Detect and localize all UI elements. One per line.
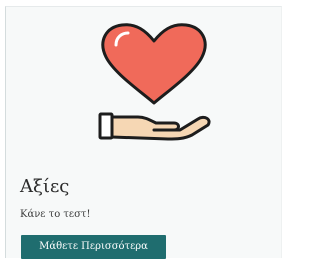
card-subtitle: Κάνε το τεστ! xyxy=(20,209,91,220)
hand-palm xyxy=(110,115,211,141)
learn-more-button[interactable]: Μάθετε Περισσότερα xyxy=(21,235,166,259)
values-card: Αξίες Κάνε το τεστ! Μάθετε Περισσότερα xyxy=(5,6,282,259)
sleeve-cuff xyxy=(98,112,114,140)
heart-in-hand-icon xyxy=(98,23,211,141)
card-title: Αξίες xyxy=(20,176,70,197)
